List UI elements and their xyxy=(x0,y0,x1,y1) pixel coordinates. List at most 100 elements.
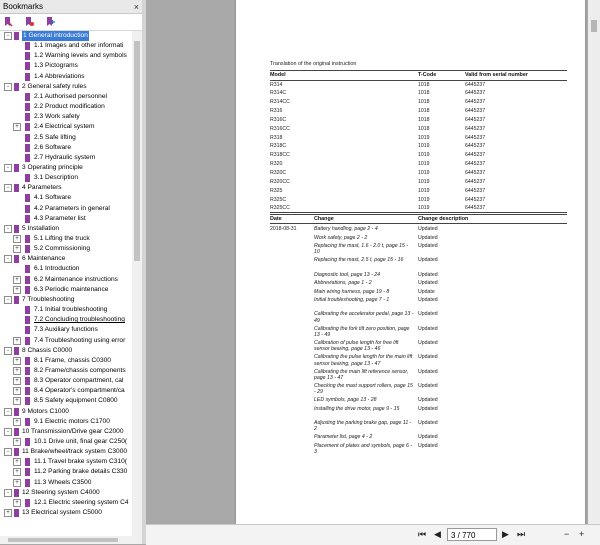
bookmark-label[interactable]: 11.1 Travel brake system C310( xyxy=(34,457,127,467)
bookmark-label[interactable]: 1.4 Abbreviations xyxy=(34,72,85,82)
bookmark-label[interactable]: 7.2 Concluding troubleshooting xyxy=(34,315,125,325)
bookmark-row[interactable]: +7.4 Troubleshooting using error xyxy=(0,336,132,347)
bookmark-row[interactable]: - 7 Troubleshooting xyxy=(0,295,132,306)
bookmark-row[interactable]: +11.2 Parking brake details C330 xyxy=(0,467,132,479)
next-page-button[interactable]: ▶ xyxy=(502,529,509,540)
first-page-button[interactable]: ⏮ xyxy=(418,529,426,540)
expand-icon[interactable]: + xyxy=(13,377,21,386)
bookmark-label[interactable]: 2.1 Authorised personnel xyxy=(34,92,107,102)
expand-icon[interactable]: + xyxy=(13,438,21,446)
bookmark-row[interactable]: +12.1 Electric steering system C4 xyxy=(0,498,132,509)
bookmark-row[interactable]: 7.2 Concluding troubleshooting xyxy=(0,315,132,327)
scrollbar-thumb[interactable] xyxy=(591,20,597,32)
bookmark-row[interactable]: 3.1 Description xyxy=(0,173,132,185)
bookmark-row[interactable]: 2.2 Product modification xyxy=(0,102,132,114)
bookmark-label[interactable]: 8 Chassis C0000 xyxy=(22,346,72,356)
bookmark-row[interactable]: +8.4 Operator's compartment/ca xyxy=(0,386,132,398)
previous-page-button[interactable]: ◀ xyxy=(434,529,441,540)
new-bookmark-icon[interactable] xyxy=(25,17,34,27)
bookmark-row[interactable]: - 1 General introduction xyxy=(0,31,132,42)
expand-icon[interactable]: + xyxy=(13,275,21,284)
bookmark-row[interactable]: - 4 Parameters xyxy=(0,183,132,195)
last-page-button[interactable]: ⏭ xyxy=(517,529,525,540)
bookmark-label[interactable]: 1.1 Images and other informati xyxy=(34,41,123,51)
bookmark-row[interactable]: 7.1 Initial troubleshooting xyxy=(0,305,132,317)
bookmark-row[interactable]: +10.1 Drive unit, final gear C250( xyxy=(0,437,132,448)
panel-splitter[interactable] xyxy=(142,0,146,544)
bookmark-row[interactable]: +8.3 Operator compartment, cal xyxy=(0,376,132,388)
bookmark-row[interactable]: 2.6 Software xyxy=(0,143,132,154)
bookmark-row[interactable]: 6.1 Introduction xyxy=(0,264,132,276)
bookmark-label[interactable]: 1 General introduction xyxy=(22,31,89,41)
bookmark-label[interactable]: 5 Installation xyxy=(22,224,59,234)
bookmark-label[interactable]: 12 Steering system C4000 xyxy=(22,488,100,498)
bookmark-label[interactable]: 4.2 Parameters in general xyxy=(34,204,110,214)
bookmark-row[interactable]: 2.5 Safe lifting xyxy=(0,133,132,144)
bookmark-row[interactable]: 7.3 Auxiliary functions xyxy=(0,325,132,337)
bookmark-row[interactable]: - 2 General safety rules xyxy=(0,82,132,93)
expand-icon[interactable]: + xyxy=(13,356,21,365)
collapse-icon[interactable]: - xyxy=(4,295,12,304)
collapse-icon[interactable]: - xyxy=(4,346,12,355)
bookmark-row[interactable]: - 6 Maintenance xyxy=(0,254,132,266)
bookmark-row[interactable]: +9.1 Electric motors C1700 xyxy=(0,417,132,428)
expand-icon[interactable]: + xyxy=(13,366,21,375)
bookmark-label[interactable]: 2.3 Work safety xyxy=(34,112,80,122)
bookmark-label[interactable]: 8.2 Frame/chassis components xyxy=(34,366,126,376)
expand-icon[interactable]: + xyxy=(13,245,21,254)
bookmark-label[interactable]: 5.2 Commissioning xyxy=(34,244,90,254)
bookmark-row[interactable]: - 9 Motors C1000 xyxy=(0,407,132,418)
bookmark-label[interactable]: 10 Transmission/Drive gear C2000 xyxy=(22,427,124,437)
bookmark-label[interactable]: 7.4 Troubleshooting using error xyxy=(34,336,125,346)
expand-icon[interactable]: + xyxy=(13,285,21,294)
bookmarks-vertical-scrollbar[interactable] xyxy=(132,31,142,536)
bookmark-row[interactable]: +6.3 Periodic maintenance xyxy=(0,285,132,296)
bookmark-label[interactable]: 2.7 Hydraulic system xyxy=(34,153,95,163)
bookmark-label[interactable]: 2.5 Safe lifting xyxy=(34,133,76,143)
bookmark-label[interactable]: 4 Parameters xyxy=(22,183,62,193)
bookmark-row[interactable]: +5.1 Lifting the truck xyxy=(0,234,132,245)
bookmark-row[interactable]: 2.7 Hydraulic system xyxy=(0,153,132,164)
expand-icon[interactable]: + xyxy=(13,397,21,406)
bookmark-row[interactable]: +11.1 Travel brake system C310( xyxy=(0,457,132,469)
bookmark-label[interactable]: 6.2 Maintenance instructions xyxy=(34,275,118,285)
bookmark-row[interactable]: +8.1 Frame, chassis C0300 xyxy=(0,356,132,367)
zoom-out-button[interactable]: − xyxy=(564,529,569,540)
bookmark-row[interactable]: +13 Electrical system C5000 xyxy=(0,508,132,520)
bookmark-label[interactable]: 7.1 Initial troubleshooting xyxy=(34,305,107,315)
bookmark-label[interactable]: 7.3 Auxiliary functions xyxy=(34,325,98,335)
collapse-icon[interactable]: - xyxy=(4,32,12,40)
bookmark-label[interactable]: 2.2 Product modification xyxy=(34,102,105,112)
expand-icon[interactable]: + xyxy=(13,387,21,396)
collapse-icon[interactable]: - xyxy=(4,427,12,436)
bookmark-label[interactable]: 5.1 Lifting the truck xyxy=(34,234,90,244)
bookmark-label[interactable]: 6.3 Periodic maintenance xyxy=(34,285,108,295)
scrollbar-thumb[interactable] xyxy=(8,538,118,542)
bookmark-label[interactable]: 12.1 Electric steering system C4 xyxy=(34,498,129,508)
scrollbar-thumb[interactable] xyxy=(134,41,140,261)
bookmark-label[interactable]: 11.2 Parking brake details C330 xyxy=(34,467,127,477)
bookmark-row[interactable]: +8.2 Frame/chassis components xyxy=(0,366,132,377)
expand-icon[interactable]: + xyxy=(13,417,21,426)
bookmark-label[interactable]: 6.1 Introduction xyxy=(34,264,79,274)
bookmark-row[interactable]: 4.2 Parameters in general xyxy=(0,204,132,215)
bookmark-row[interactable]: - 3 Operating principle xyxy=(0,163,132,174)
bookmark-label[interactable]: 9.1 Electric motors C1700 xyxy=(34,417,110,427)
bookmark-label[interactable]: 3 Operating principle xyxy=(22,163,83,173)
expand-icon[interactable]: + xyxy=(13,235,21,243)
bookmark-row[interactable]: +2.4 Electrical system xyxy=(0,122,132,134)
collapse-icon[interactable]: - xyxy=(4,184,12,193)
expand-bookmark-icon[interactable] xyxy=(46,17,55,27)
bookmark-row[interactable]: +5.2 Commissioning xyxy=(0,244,132,256)
collapse-icon[interactable]: - xyxy=(4,82,12,91)
bookmark-options-icon[interactable] xyxy=(4,17,13,27)
bookmark-label[interactable]: 7 Troubleshooting xyxy=(22,295,74,305)
bookmark-row[interactable]: 1.4 Abbreviations xyxy=(0,72,132,83)
bookmark-row[interactable]: - 5 Installation xyxy=(0,224,132,235)
bookmark-row[interactable]: 1.3 Pictograms xyxy=(0,61,132,73)
bookmark-label[interactable]: 4.3 Parameter list xyxy=(34,214,86,224)
bookmark-label[interactable]: 9 Motors C1000 xyxy=(22,407,69,417)
collapse-icon[interactable]: - xyxy=(4,407,12,416)
bookmark-label[interactable]: 2 General safety rules xyxy=(22,82,87,92)
bookmark-row[interactable]: 4.3 Parameter list xyxy=(0,214,132,225)
